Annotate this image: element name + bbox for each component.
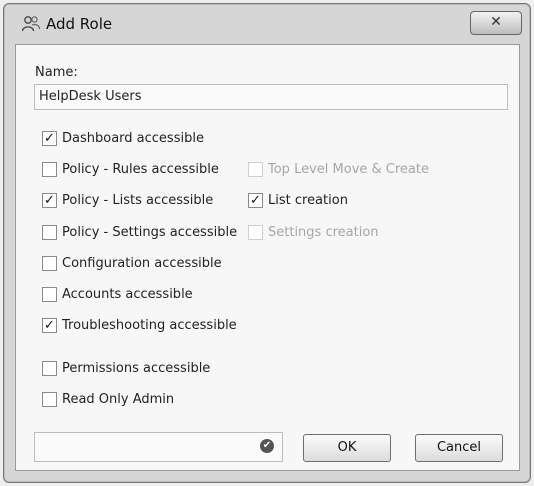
checkbox-label: Permissions accessible bbox=[62, 360, 211, 376]
checkbox-label: Configuration accessible bbox=[62, 255, 222, 271]
name-input[interactable]: HelpDesk Users bbox=[34, 84, 508, 110]
checkbox-dashboard-accessible[interactable]: ✓ Dashboard accessible bbox=[42, 129, 204, 147]
checkbox-box[interactable] bbox=[248, 224, 263, 240]
checkbox-top-level-move-create[interactable]: Top Level Move & Create bbox=[248, 160, 429, 178]
close-button[interactable]: ✕ bbox=[470, 11, 522, 35]
checkbox-list-creation[interactable]: ✓ List creation bbox=[248, 191, 348, 209]
checkbox-label: Read Only Admin bbox=[62, 391, 175, 407]
checkbox-label: Dashboard accessible bbox=[62, 130, 204, 146]
checkbox-accounts-accessible[interactable]: Accounts accessible bbox=[42, 285, 193, 303]
checkbox-label: List creation bbox=[268, 192, 348, 208]
cancel-button[interactable]: Cancel bbox=[415, 434, 503, 462]
checkbox-box[interactable] bbox=[42, 360, 57, 376]
checkbox-label: Troubleshooting accessible bbox=[62, 317, 237, 333]
checkbox-settings-creation[interactable]: Settings creation bbox=[248, 223, 379, 241]
name-label: Name: bbox=[35, 65, 78, 80]
users-role-icon bbox=[21, 16, 41, 32]
checkbox-box[interactable] bbox=[42, 161, 57, 177]
checkbox-read-only-admin[interactable]: Read Only Admin bbox=[42, 390, 174, 408]
checkbox-label: Accounts accessible bbox=[62, 286, 193, 302]
checkbox-box[interactable]: ✓ bbox=[42, 130, 57, 146]
checkbox-label: Policy - Settings accessible bbox=[62, 224, 238, 240]
close-icon: ✕ bbox=[490, 14, 502, 30]
checkbox-box[interactable]: ✓ bbox=[248, 192, 263, 208]
status-field: ✔ bbox=[34, 432, 283, 462]
checkbox-label: Settings creation bbox=[268, 224, 379, 240]
add-role-dialog: Add Role ✕ Name: HelpDesk Users ✓ Dashbo… bbox=[3, 3, 531, 483]
dialog-title: Add Role bbox=[46, 15, 113, 33]
checkbox-box[interactable]: ✓ bbox=[42, 317, 57, 333]
checkbox-label: Top Level Move & Create bbox=[268, 161, 429, 177]
checkbox-label: Policy - Lists accessible bbox=[62, 192, 214, 208]
checkbox-policy-settings-accessible[interactable]: Policy - Settings accessible bbox=[42, 223, 237, 241]
checkbox-box[interactable] bbox=[248, 161, 263, 177]
checkbox-configuration-accessible[interactable]: Configuration accessible bbox=[42, 254, 222, 272]
check-circle-icon: ✔ bbox=[260, 439, 274, 453]
checkbox-troubleshooting-accessible[interactable]: ✓ Troubleshooting accessible bbox=[42, 316, 237, 334]
ok-button[interactable]: OK bbox=[303, 434, 391, 462]
checkbox-box[interactable]: ✓ bbox=[42, 192, 57, 208]
checkbox-policy-rules-accessible[interactable]: Policy - Rules accessible bbox=[42, 160, 219, 178]
checkbox-box[interactable] bbox=[42, 286, 57, 302]
checkbox-policy-lists-accessible[interactable]: ✓ Policy - Lists accessible bbox=[42, 191, 213, 209]
checkbox-box[interactable] bbox=[42, 255, 57, 271]
checkbox-label: Policy - Rules accessible bbox=[62, 161, 219, 177]
title-bar: Add Role ✕ bbox=[4, 4, 530, 42]
checkbox-permissions-accessible[interactable]: Permissions accessible bbox=[42, 359, 210, 377]
dialog-body: Name: HelpDesk Users ✓ Dashboard accessi… bbox=[15, 44, 520, 471]
checkbox-box[interactable] bbox=[42, 224, 57, 240]
checkbox-box[interactable] bbox=[42, 391, 57, 407]
